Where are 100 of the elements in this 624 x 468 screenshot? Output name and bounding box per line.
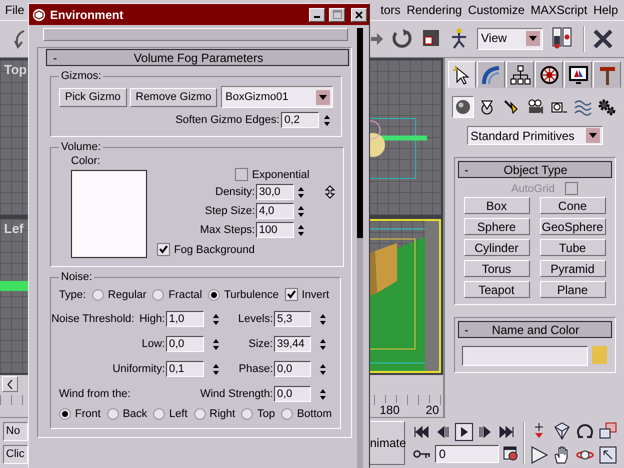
- spinner-icon[interactable]: [297, 184, 305, 200]
- radio-button[interactable]: Back: [106, 408, 148, 420]
- spinner-icon[interactable]: [212, 336, 220, 352]
- spinner-icon[interactable]: [319, 362, 327, 376]
- radio-icon[interactable]: [280, 408, 293, 420]
- name-field[interactable]: [462, 346, 588, 366]
- menu-item[interactable]: Rendering: [406, 3, 462, 17]
- spinner-icon[interactable]: [323, 112, 332, 128]
- number-field[interactable]: 30,0: [256, 184, 294, 200]
- gizmo-dropdown[interactable]: BoxGizmo01: [221, 86, 334, 108]
- checkbox-icon[interactable]: [284, 288, 298, 301]
- number-field[interactable]: 1,0: [166, 311, 204, 327]
- radio-icon[interactable]: [241, 408, 254, 420]
- spinner-icon[interactable]: [212, 362, 220, 376]
- radio-button[interactable]: Bottom: [280, 408, 332, 420]
- spinner-icon[interactable]: [319, 336, 327, 352]
- checkbox[interactable]: Exponential: [235, 168, 335, 181]
- object-type-button[interactable]: Cone: [540, 197, 606, 214]
- radio-icon[interactable]: [194, 408, 206, 420]
- radio-button[interactable]: Front: [59, 408, 101, 420]
- cube-icon[interactable]: [552, 421, 572, 441]
- play-icon[interactable]: [455, 423, 473, 441]
- menu-item[interactable]: tors: [380, 3, 401, 17]
- collapse-toggle[interactable]: -: [47, 50, 63, 64]
- view-dropdown[interactable]: View: [477, 28, 543, 50]
- panel-tab[interactable]: [448, 61, 476, 88]
- radio-button[interactable]: Right: [194, 408, 236, 420]
- spinner-icon[interactable]: [319, 386, 327, 402]
- checkbox-icon[interactable]: [235, 168, 248, 181]
- collapse-toggle[interactable]: -: [458, 322, 474, 336]
- number-field[interactable]: 39,44: [274, 336, 312, 352]
- close-button[interactable]: [351, 8, 367, 22]
- panel-tab[interactable]: [564, 61, 592, 88]
- radio-button[interactable]: Left: [153, 408, 188, 420]
- pick-gizmo-button[interactable]: Pick Gizmo: [59, 88, 127, 106]
- category-button[interactable]: [452, 96, 474, 118]
- object-type-button[interactable]: GeoSphere: [540, 218, 606, 235]
- radio-button[interactable]: Turbulence: [208, 288, 279, 300]
- previous-frame-icon[interactable]: [435, 425, 451, 439]
- object-type-button[interactable]: Sphere: [464, 218, 530, 235]
- radio-icon[interactable]: [59, 408, 71, 420]
- go-to-start-icon[interactable]: [413, 425, 431, 439]
- key-icon[interactable]: [413, 448, 431, 460]
- radio-icon[interactable]: [153, 408, 166, 420]
- number-field[interactable]: 0,0: [274, 361, 312, 377]
- menu-item[interactable]: File: [5, 3, 24, 17]
- checkbox[interactable]: Fog Background: [157, 243, 335, 256]
- maximize-icon[interactable]: [598, 445, 618, 465]
- panel-tab[interactable]: [535, 61, 563, 88]
- scroll-left-button[interactable]: [2, 376, 18, 392]
- color-swatch[interactable]: [592, 346, 607, 364]
- color-swatch[interactable]: [71, 170, 147, 258]
- remove-gizmo-button[interactable]: Remove Gizmo: [130, 88, 218, 106]
- object-type-button[interactable]: Tube: [540, 239, 606, 256]
- scrollbar[interactable]: [357, 28, 363, 468]
- rollout-header[interactable]: - Name and Color: [458, 321, 612, 338]
- circular-arrow-icon[interactable]: [390, 27, 414, 51]
- x-icon[interactable]: [592, 28, 614, 50]
- radio-icon[interactable]: [152, 288, 164, 300]
- rollout-header[interactable]: - Object Type: [458, 161, 612, 178]
- number-field[interactable]: 100: [256, 222, 294, 238]
- radio-button[interactable]: Regular: [92, 288, 146, 300]
- number-field[interactable]: 0,2: [281, 112, 320, 128]
- maximize-button[interactable]: [329, 8, 345, 22]
- windows-icon[interactable]: [598, 421, 618, 441]
- checkbox[interactable]: Invert: [284, 288, 330, 301]
- object-type-button[interactable]: Box: [464, 197, 530, 214]
- category-dropdown[interactable]: Standard Primitives: [466, 126, 602, 145]
- spinner-icon[interactable]: [297, 204, 305, 218]
- object-type-button[interactable]: Torus: [464, 260, 530, 277]
- menu-item[interactable]: MAXScript: [530, 3, 588, 17]
- rollout-header[interactable]: - Volume Fog Parameters: [46, 49, 349, 66]
- spinner-icon[interactable]: [297, 222, 305, 238]
- menu-item[interactable]: Customize: [468, 3, 525, 17]
- number-field[interactable]: 4,0: [256, 203, 294, 219]
- go-to-end-icon[interactable]: [497, 425, 515, 439]
- radio-icon[interactable]: [208, 288, 220, 300]
- minimize-button[interactable]: [309, 8, 325, 22]
- object-type-button[interactable]: Plane: [540, 281, 606, 298]
- spinner-icon[interactable]: [212, 312, 220, 326]
- panel-tab[interactable]: [477, 61, 505, 88]
- panel-tab[interactable]: [506, 61, 534, 88]
- radio-button[interactable]: Fractal: [152, 288, 202, 300]
- number-field[interactable]: 0,0: [274, 386, 312, 402]
- collapse-toggle[interactable]: -: [458, 162, 474, 176]
- object-type-button[interactable]: Cylinder: [464, 239, 530, 256]
- object-type-button[interactable]: Pyramid: [540, 260, 606, 277]
- radio-button[interactable]: Top: [241, 408, 275, 420]
- scrollbar-thumb[interactable]: [357, 28, 363, 238]
- checkbox-icon[interactable]: [157, 243, 170, 256]
- orbit-arrow-icon[interactable]: [575, 421, 595, 441]
- time-field[interactable]: 0: [435, 445, 499, 463]
- panel-tab[interactable]: [593, 61, 621, 88]
- animate-button[interactable]: nimate: [369, 421, 405, 465]
- spinner-icon[interactable]: [319, 312, 327, 326]
- number-field[interactable]: 0,0: [166, 336, 204, 352]
- radio-icon[interactable]: [92, 288, 104, 300]
- object-type-button[interactable]: Teapot: [464, 281, 530, 298]
- menu-item[interactable]: Help: [593, 3, 618, 17]
- next-frame-icon[interactable]: [477, 425, 493, 439]
